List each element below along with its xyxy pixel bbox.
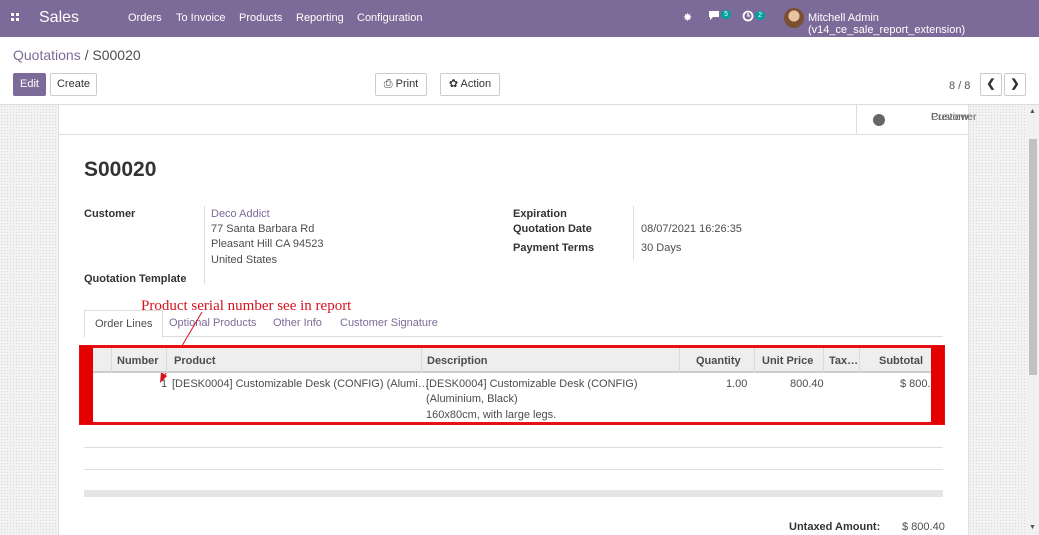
scroll-down-arrow[interactable]: ▼ (1029, 524, 1036, 531)
field-divider-right (633, 206, 634, 260)
quotation-template-label: Quotation Template (84, 273, 187, 285)
print-icon: ⎙ (383, 78, 393, 90)
menu-orders[interactable]: Orders (128, 12, 162, 24)
app-menu-icon[interactable] (11, 13, 20, 22)
breadcrumb-separator: / (84, 47, 89, 63)
row-product: [DESK0004] Customizable Desk (CONFIG) (A… (172, 378, 429, 390)
button-box: Customer Preview (59, 105, 977, 135)
th-description[interactable]: Description (427, 355, 488, 367)
messages-icon[interactable]: 5 (708, 10, 733, 24)
table-footer (84, 490, 943, 497)
row-description-line3: 160x80cm, with large legs. (426, 409, 557, 421)
globe-icon (873, 114, 885, 126)
th-number[interactable]: Number (117, 355, 159, 367)
menu-reporting[interactable]: Reporting (296, 12, 344, 24)
quotation-date-value[interactable]: 08/07/2021 16:26:35 (641, 223, 742, 235)
top-navbar: Sales Orders To Invoice Products Reporti… (0, 0, 1039, 37)
menu-to-invoice[interactable]: To Invoice (176, 12, 226, 24)
activity-badge: 2 (755, 11, 765, 20)
messages-badge: 5 (721, 10, 731, 19)
action-label: Action (460, 78, 492, 90)
row-divider (84, 447, 943, 448)
column-separator (111, 348, 112, 373)
payment-terms-label: Payment Terms (513, 242, 595, 254)
action-button[interactable]: ✿ Action (440, 73, 500, 96)
edit-button[interactable]: Edit (13, 73, 46, 96)
column-separator (754, 348, 755, 373)
field-divider (204, 206, 205, 284)
print-label: Print (395, 78, 419, 90)
highlight-bar-right (931, 346, 944, 424)
column-separator (166, 348, 167, 373)
menu-configuration[interactable]: Configuration (357, 12, 422, 24)
breadcrumb: Quotations / S00020 (13, 47, 141, 63)
bug-icon[interactable]: ✸ (683, 11, 692, 24)
th-quantity[interactable]: Quantity (696, 355, 741, 367)
record-name: S00020 (84, 158, 157, 181)
column-separator (679, 348, 680, 373)
tab-customer-signature[interactable]: Customer Signature (340, 317, 438, 329)
activity-icon[interactable]: 2 (742, 10, 767, 25)
pager-value: 8 / 8 (949, 80, 971, 92)
breadcrumb-current: S00020 (92, 47, 141, 63)
customer-country: United States (211, 254, 278, 266)
scrollbar-thumb[interactable] (1029, 139, 1037, 375)
scroll-up-arrow[interactable]: ▲ (1029, 108, 1036, 115)
customer-preview-button[interactable]: Customer Preview (856, 105, 977, 135)
customer-label: Customer (84, 208, 136, 220)
gear-icon: ✿ (448, 78, 459, 90)
row-divider (84, 469, 943, 470)
quotation-date-label: Quotation Date (513, 223, 592, 235)
control-panel: Quotations / S00020 Edit Create ⎙ Print … (0, 37, 1039, 105)
scrollbar[interactable]: ▲ ▼ (1027, 105, 1039, 535)
row-number: 1 (161, 378, 168, 390)
expiration-label: Expiration (513, 208, 567, 220)
th-unit-price[interactable]: Unit Price (762, 355, 813, 367)
background-right (969, 105, 1027, 535)
highlight-bar-left (80, 346, 93, 424)
row-quantity: 1.00 (726, 378, 748, 390)
row-unit-price: 800.40 (790, 378, 824, 390)
payment-terms-value[interactable]: 30 Days (641, 242, 681, 254)
print-button[interactable]: ⎙ Print (375, 73, 427, 96)
breadcrumb-quotations[interactable]: Quotations (13, 47, 81, 63)
tab-other-info[interactable]: Other Info (273, 317, 322, 329)
row-subtotal: $ 800.4 (900, 378, 930, 390)
row-description-line1: [DESK0004] Customizable Desk (CONFIG) (426, 378, 638, 390)
customer-city: Pleasant Hill CA 94523 (211, 238, 324, 250)
column-separator (823, 348, 824, 373)
untaxed-amount-label: Untaxed Amount: (789, 521, 881, 533)
pager-previous-button[interactable]: ❮ (980, 73, 1002, 96)
user-avatar[interactable] (784, 8, 804, 28)
pager-next-button[interactable]: ❯ (1004, 73, 1026, 96)
th-subtotal[interactable]: Subtotal (879, 355, 923, 367)
column-separator (421, 348, 422, 373)
th-product[interactable]: Product (174, 355, 216, 367)
customer-street: 77 Santa Barbara Rd (211, 223, 315, 235)
menu-products[interactable]: Products (239, 12, 282, 24)
th-taxes[interactable]: Tax… (829, 355, 858, 367)
column-separator (859, 348, 860, 373)
background-left (0, 105, 58, 535)
app-title[interactable]: Sales (39, 9, 79, 27)
user-menu[interactable]: Mitchell Admin (v14_ce_sale_report_exten… (808, 12, 1039, 36)
row-description-line2: (Aluminium, Black) (426, 393, 518, 405)
create-button[interactable]: Create (50, 73, 97, 96)
untaxed-amount-value: $ 800.40 (902, 521, 945, 533)
customer-link[interactable]: Deco Addict (211, 208, 270, 220)
